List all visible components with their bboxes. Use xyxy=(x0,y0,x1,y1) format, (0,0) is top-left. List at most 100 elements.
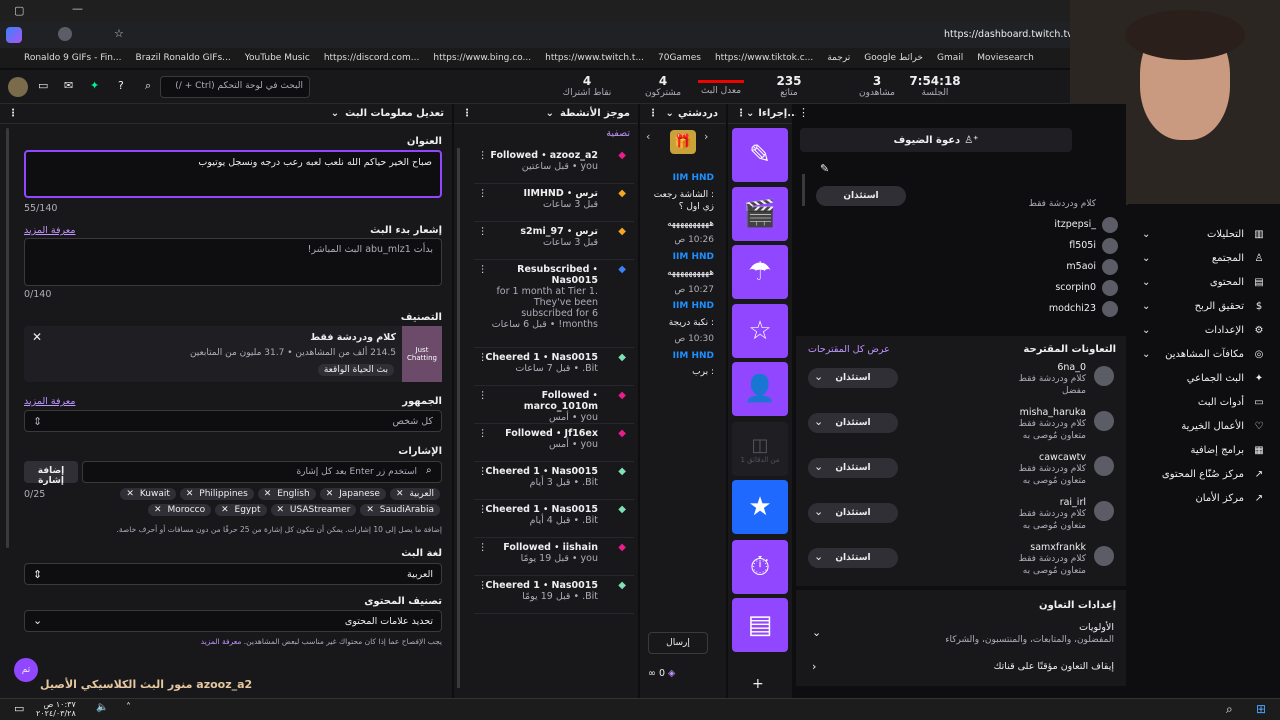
guest-item[interactable]: fl505i xyxy=(946,235,1118,256)
view-all-suggestions-link[interactable]: عرض كل المقترحات xyxy=(808,344,890,355)
edit-stream-info-action[interactable]: ✎ xyxy=(732,128,788,182)
star-bookmark-icon[interactable]: ☆ xyxy=(114,27,124,40)
chevron-down-icon[interactable]: ⌄ xyxy=(666,108,674,119)
sidebar-item[interactable]: ⌄ تحقيق الربح $ xyxy=(1128,294,1280,318)
bookmark-item[interactable]: Moviesearch xyxy=(977,53,1034,63)
tray-chevron-icon[interactable]: ˄ xyxy=(126,702,131,713)
add-action-icon[interactable]: + xyxy=(752,676,764,692)
content-classification-select[interactable]: ⌄ تحديد علامات المحتوى xyxy=(24,610,442,632)
sidebar-item[interactable]: برامج إضافية ▦ xyxy=(1128,438,1280,462)
activity-user[interactable]: marco_1010m xyxy=(524,401,598,412)
bookmark-item[interactable]: 70Games xyxy=(658,53,701,63)
activity-menu-icon[interactable]: ⋮ xyxy=(478,466,488,477)
priorities-label[interactable]: الأولويات xyxy=(1079,622,1114,633)
activity-item[interactable]: ◆ Cheered 1 • Nas0015 Bit. • قبل 4 أيام ⋮ xyxy=(474,500,634,538)
bookmark-item[interactable]: ترجمة xyxy=(827,53,850,63)
audience-select[interactable]: ⇕ كل شخص xyxy=(24,410,442,432)
collab-item[interactable]: استئذان ⌄ samxfrankk كلام ودردشة فقط متعاون … xyxy=(796,540,1126,585)
activity-item[interactable]: ◆ Followed • Jf16ex you • أمس ⋮ xyxy=(474,424,634,462)
chevron-down-icon[interactable]: ⌄ xyxy=(812,626,821,639)
tag-chip[interactable]: العربية ✕ xyxy=(389,488,440,500)
stream-language-select[interactable]: ⇕ العربية xyxy=(24,563,442,585)
notification-icon[interactable]: ▭ xyxy=(14,702,24,715)
search-taskbar-icon[interactable]: ⌕ xyxy=(1226,702,1233,717)
chevron-right-icon[interactable]: › xyxy=(704,130,708,143)
tag-chip[interactable]: SaudiArabia ✕ xyxy=(360,504,440,516)
more-options-icon[interactable]: ⋮ xyxy=(736,108,746,119)
collab-item[interactable]: استئذان ⌄ 6na_0 كلام ودردشة فقط مفضل xyxy=(796,360,1126,405)
activity-menu-icon[interactable]: ⋮ xyxy=(478,428,488,439)
url-text[interactable]: https://dashboard.twitch.tv/u/ xyxy=(944,29,1085,40)
search-icon[interactable]: ⌕ xyxy=(145,79,151,93)
activity-user[interactable]: s2mi_97 xyxy=(520,226,563,237)
layout-action[interactable]: ▤ xyxy=(732,598,788,652)
activity-item[interactable]: ◆ ترس • IIMHND قبل 3 ساعات ⋮ xyxy=(474,184,634,222)
activity-user[interactable]: Nas0015 xyxy=(552,580,598,591)
activity-user[interactable]: Nas0015 xyxy=(552,275,598,286)
activity-item[interactable]: ◆ ترس • s2mi_97 قبل 3 ساعات ⋮ xyxy=(474,222,634,260)
title-input[interactable]: صباح الخير حياكم الله نلعب لعبه رعب درجه… xyxy=(24,150,442,198)
channel-points[interactable]: ∞ 0 ◈ xyxy=(648,668,675,679)
activity-item[interactable]: ◆ Cheered 1 • Nas0015 Bit. • قبل 19 يومًا ⋮ xyxy=(474,576,634,614)
category-card[interactable]: ✕ Just Chatting كلام ودردشة فقط 214.5 أل… xyxy=(24,326,442,382)
activity-menu-icon[interactable]: ⋮ xyxy=(478,188,488,199)
channel-avatar[interactable] xyxy=(8,77,28,97)
tag-chip[interactable]: English ✕ xyxy=(257,488,316,500)
collab-item[interactable]: استئذان ⌄ rai_irl كلام ودردشة فقط متعاون مُو… xyxy=(796,495,1126,540)
bookmark-item[interactable]: Gmail xyxy=(937,53,963,63)
remove-tag-icon[interactable]: ✕ xyxy=(154,505,164,515)
start-icon[interactable]: ⊞ xyxy=(1256,702,1266,716)
sidebar-item[interactable]: ⌄ المجتمع ♙ xyxy=(1128,246,1280,270)
more-options-icon[interactable]: ⋮ xyxy=(648,108,658,119)
scrollbar[interactable] xyxy=(6,128,9,548)
remove-tag-icon[interactable]: ✕ xyxy=(366,505,376,515)
activity-user[interactable]: Nas0015 xyxy=(552,466,598,477)
add-user-action[interactable]: 👤 xyxy=(732,362,788,416)
remove-tag-icon[interactable]: ✕ xyxy=(264,489,274,499)
sidebar-item[interactable]: ⌄ التحليلات ▥ xyxy=(1128,222,1280,246)
pause-collab-label[interactable]: إيقاف التعاون مؤقتًا على قناتك xyxy=(994,661,1114,672)
favorite-action[interactable]: ☆ xyxy=(732,304,788,358)
clock[interactable]: ١٠:٣٧ ص ٢٠٢٤/٠٣/٢٨ xyxy=(36,700,76,718)
sidebar-item[interactable]: ⌄ المحتوى ▤ xyxy=(1128,270,1280,294)
sidebar-item[interactable]: مركز الأمان ↗ xyxy=(1128,486,1280,510)
guest-item[interactable]: modchi23 xyxy=(946,298,1118,319)
chevron-left-icon[interactable]: ‹ xyxy=(646,130,650,143)
chevron-down-icon[interactable]: ⌄ xyxy=(546,108,554,119)
activity-menu-icon[interactable]: ⋮ xyxy=(478,226,488,237)
bookmark-item[interactable]: Google خرائط xyxy=(864,53,923,63)
activity-user[interactable]: azooz_a2 xyxy=(550,150,598,161)
activity-menu-icon[interactable]: ⋮ xyxy=(478,542,488,553)
remove-tag-icon[interactable]: ✕ xyxy=(277,505,287,515)
activity-user[interactable]: Nas0015 xyxy=(552,504,598,515)
activity-menu-icon[interactable]: ⋮ xyxy=(478,580,488,591)
sidebar-item[interactable]: مركز صُنّاع المحتوى ↗ xyxy=(1128,462,1280,486)
edit-icon[interactable]: ✎ xyxy=(820,162,829,175)
add-tag-button[interactable]: إضافة إشارة xyxy=(24,461,78,486)
raid-button[interactable]: استئذان xyxy=(816,186,906,206)
bookmark-item[interactable]: https://www.bing.co... xyxy=(433,53,531,63)
crown-icon[interactable]: ✦ xyxy=(90,79,99,92)
collab-item[interactable]: استئذان ⌄ misha_haruka كلام ودردشة فقط متعاو… xyxy=(796,405,1126,450)
guest-item[interactable]: itzpepsi_ xyxy=(946,214,1118,235)
window-menu-icon[interactable]: ▢ xyxy=(14,4,24,17)
sidebar-item[interactable]: ⌄ مكافآت المشاهدين ◎ xyxy=(1128,342,1280,366)
audience-learn-more-link[interactable]: معرفة المزيد xyxy=(24,396,75,407)
tag-chip[interactable]: Japanese ✕ xyxy=(319,488,386,500)
activity-user[interactable]: iishain xyxy=(563,542,598,553)
remove-tag-icon[interactable]: ✕ xyxy=(326,489,336,499)
activity-item[interactable]: ◆ Cheered 1 • Nas0015 Bit. • قبل 7 ساعات ⋮ xyxy=(474,348,634,386)
activity-user[interactable]: Jf16ex xyxy=(565,428,598,439)
chevron-right-icon[interactable]: › xyxy=(812,660,816,673)
activity-item[interactable]: ◆ Resubscribed • Nas0015 for 1 month at Ti… xyxy=(474,260,634,348)
remove-category-icon[interactable]: ✕ xyxy=(32,330,42,344)
more-options-icon[interactable]: ⋮ xyxy=(462,108,472,119)
activity-menu-icon[interactable]: ⋮ xyxy=(478,352,488,363)
go-live-notification-input[interactable]: بدأت abu_mlz1 البث المباشر! xyxy=(24,238,442,286)
chevron-down-icon[interactable]: ⌄ xyxy=(814,505,823,518)
more-options-icon[interactable]: ⋮ xyxy=(798,106,809,119)
remove-tag-icon[interactable]: ✕ xyxy=(126,489,136,499)
chevron-down-icon[interactable]: ⌄ xyxy=(331,108,339,119)
bookmark-item[interactable]: Ronaldo 9 GIFs - Fin... xyxy=(24,53,122,63)
content-learn-more-link[interactable]: معرفة المزيد xyxy=(201,637,242,646)
